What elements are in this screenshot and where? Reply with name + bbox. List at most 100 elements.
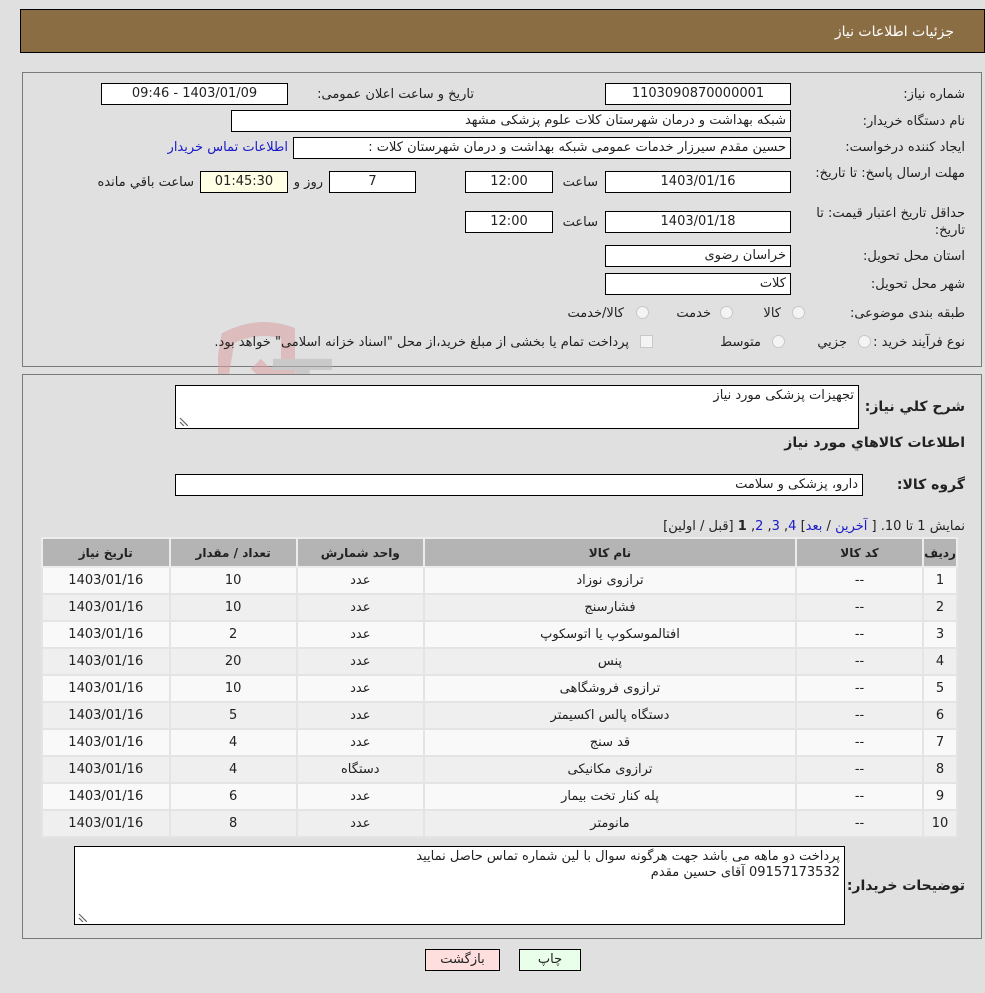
bracket: [	[871, 519, 877, 534]
cell-unit: عدد	[295, 593, 425, 622]
cell-row-number: 1	[922, 566, 958, 595]
cell-item-name: افتالموسکوپ یا اتوسکوپ	[422, 620, 798, 649]
pagination-current-page: 1	[737, 519, 747, 534]
summary-text: تجهیزات پزشکی مورد نیاز	[713, 388, 854, 403]
category-radio-goods-service[interactable]	[636, 306, 649, 319]
page-header: جزئیات اطلاعات نیاز	[20, 9, 985, 53]
cell-quantity: 10	[168, 593, 298, 622]
cell-quantity: 6	[168, 782, 298, 811]
summary-textarea[interactable]: تجهیزات پزشکی مورد نیاز	[175, 385, 859, 429]
category-radio-service[interactable]	[720, 306, 733, 319]
buyer-notes-textarea[interactable]: پرداخت دو ماهه می باشد جهت هرگونه سوال ب…	[74, 846, 845, 925]
cell-row-number: 3	[922, 620, 958, 649]
pagination-last-link[interactable]: آخرین	[835, 519, 867, 534]
cell-need-date: 1403/01/16	[41, 701, 171, 730]
cell-need-date: 1403/01/16	[41, 593, 171, 622]
pagination: نمایش 1 تا 10. [ آخرین / بعد] 4, 3, 2, 1…	[663, 519, 965, 534]
days-label: روز و	[293, 175, 323, 190]
price-validity-time-field: 12:00	[465, 211, 553, 233]
remaining-time-field: 01:45:30	[200, 171, 288, 193]
cell-unit: عدد	[295, 566, 425, 595]
table-row: 3 -- افتالموسکوپ یا اتوسکوپ عدد 2 1403/01/16	[41, 620, 958, 649]
cell-quantity: 5	[168, 701, 298, 730]
creator-label: ایجاد کننده درخواست:	[845, 140, 965, 155]
needs-info-panel: شرح کلي نياز: تجهیزات پزشکی مورد نیاز اط…	[22, 374, 982, 939]
pagination-page-2[interactable]: 2	[755, 519, 763, 534]
pagination-page-4[interactable]: 4	[788, 519, 796, 534]
cell-item-name: قد سنج	[422, 728, 798, 757]
cell-item-code: --	[795, 674, 925, 703]
cell-quantity: 4	[168, 755, 298, 784]
buyer-org-label: نام دستگاه خریدار:	[862, 114, 965, 129]
separator: /	[826, 519, 831, 534]
price-validity-time-label: ساعت	[562, 215, 598, 230]
cell-need-date: 1403/01/16	[41, 809, 171, 838]
treasury-payment-checkbox[interactable]	[640, 335, 653, 348]
creator-field: حسین مقدم سیرزار خدمات عمومی شبکه بهداشت…	[293, 137, 791, 159]
cell-row-number: 9	[922, 782, 958, 811]
buyer-notes-line-1: پرداخت دو ماهه می باشد جهت هرگونه سوال ب…	[416, 849, 840, 864]
cell-row-number: 4	[922, 647, 958, 676]
deadline-label: مهلت ارسال پاسخ: تا تاریخ:	[815, 166, 965, 181]
back-button[interactable]: بازگشت	[425, 949, 500, 971]
cell-item-code: --	[795, 809, 925, 838]
cell-item-code: --	[795, 728, 925, 757]
cell-item-name: فشارسنج	[422, 593, 798, 622]
cell-item-code: --	[795, 620, 925, 649]
pagination-next-link[interactable]: بعد	[806, 519, 823, 534]
announce-label: تاریخ و ساعت اعلان عمومی:	[317, 87, 474, 102]
process-radio-medium[interactable]	[772, 335, 785, 348]
cell-item-code: --	[795, 566, 925, 595]
cell-unit: دستگاه	[295, 755, 425, 784]
buyer-org-field: شبکه بهداشت و درمان شهرستان کلات علوم پز…	[231, 110, 791, 132]
process-option-medium: متوسط	[720, 335, 761, 350]
cell-row-number: 10	[922, 809, 958, 838]
process-label: نوع فرآیند خرید :	[873, 335, 965, 350]
table-row: 10 -- مانومتر عدد 8 1403/01/16	[41, 809, 958, 838]
cell-row-number: 7	[922, 728, 958, 757]
items-table: ردیف کد کالا نام کالا واحد شمارش تعداد /…	[41, 537, 958, 838]
cell-unit: عدد	[295, 674, 425, 703]
table-row: 9 -- پله کنار تخت بیمار عدد 6 1403/01/16	[41, 782, 958, 811]
cell-row-number: 5	[922, 674, 958, 703]
price-validity-label: حداقل تاریخ اعتبار قیمت: تا تاریخ:	[816, 206, 965, 238]
resize-grip-icon[interactable]	[77, 912, 87, 922]
resize-grip-icon[interactable]	[178, 416, 188, 426]
table-row: 5 -- ترازوی فروشگاهی عدد 10 1403/01/16	[41, 674, 958, 703]
deadline-time-label: ساعت	[562, 175, 598, 190]
cell-row-number: 2	[922, 593, 958, 622]
print-button[interactable]: چاپ	[519, 949, 581, 971]
category-option-goods-service: کالا/خدمت	[567, 306, 624, 321]
cell-need-date: 1403/01/16	[41, 728, 171, 757]
table-row: 8 -- ترازوی مکانیکی دستگاه 4 1403/01/16	[41, 755, 958, 784]
col-header-unit: واحد شمارش	[295, 537, 425, 568]
cell-item-name: ترازوی نوزاد	[422, 566, 798, 595]
col-header-need-date: تاریخ نیاز	[41, 537, 171, 568]
cell-unit: عدد	[295, 809, 425, 838]
cell-quantity: 10	[168, 566, 298, 595]
cell-row-number: 8	[922, 755, 958, 784]
cell-need-date: 1403/01/16	[41, 674, 171, 703]
days-field: 7	[329, 171, 416, 193]
cell-need-date: 1403/01/16	[41, 620, 171, 649]
buyer-notes-label: توضیحات خریدار:	[846, 878, 965, 894]
price-validity-date-field: 1403/01/18	[605, 211, 791, 233]
province-label: استان محل تحویل:	[863, 249, 965, 264]
process-option-minor: جزيي	[817, 335, 847, 350]
category-option-service: خدمت	[676, 306, 711, 321]
category-option-goods: کالا	[763, 306, 781, 321]
col-header-item-code: کد کالا	[795, 537, 925, 568]
buyer-notes-line-2: 09157173532 آقای حسین مقدم	[650, 865, 840, 880]
pagination-page-3[interactable]: 3	[772, 519, 780, 534]
category-radio-goods[interactable]	[792, 306, 805, 319]
need-number-field: 1103090870000001	[605, 83, 791, 105]
buyer-contact-link[interactable]: اطلاعات تماس خریدار	[168, 140, 288, 155]
page-title: جزئیات اطلاعات نیاز	[834, 24, 954, 40]
cell-unit: عدد	[295, 647, 425, 676]
cell-quantity: 2	[168, 620, 298, 649]
process-radio-minor[interactable]	[858, 335, 871, 348]
need-details-panel: AriaTender.neT شماره نیاز: 1103090870000…	[22, 72, 982, 458]
cell-item-name: ترازوی فروشگاهی	[422, 674, 798, 703]
pagination-summary: نمایش 1 تا 10.	[880, 519, 965, 534]
cell-quantity: 20	[168, 647, 298, 676]
